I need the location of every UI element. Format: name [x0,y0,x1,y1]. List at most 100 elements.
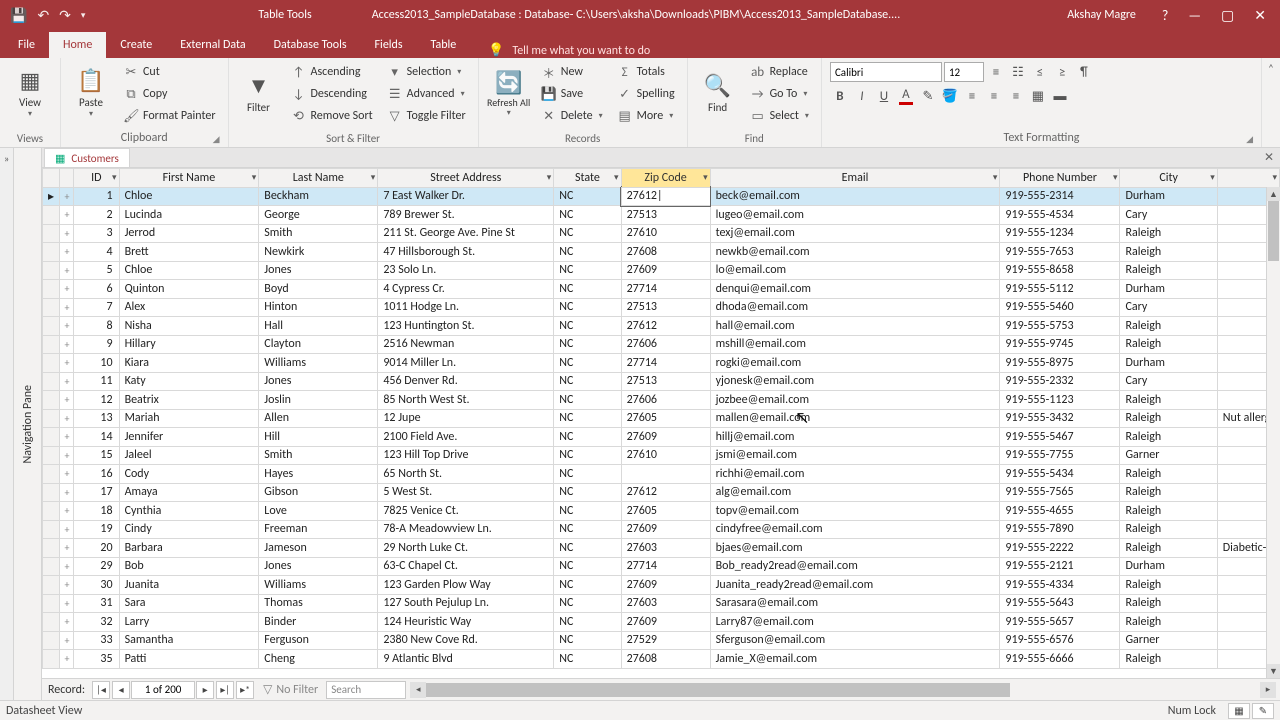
cell-first-name[interactable]: Juanita [119,576,259,595]
cell-zip[interactable]: 27603 [621,594,710,613]
cell-id[interactable]: 19 [74,520,120,539]
record-position-box[interactable] [131,681,195,699]
expand-row-icon[interactable]: + [59,428,73,447]
close-icon[interactable]: ✕ [1254,7,1266,24]
cell-address[interactable]: 2100 Field Ave. [378,428,554,447]
tab-home[interactable]: Home [49,32,106,58]
row-selector[interactable] [43,502,60,521]
next-record-button[interactable]: ▸ [196,681,214,699]
horizontal-scrollbar[interactable]: ◂ ▸ [410,682,1276,698]
cell-address[interactable]: 789 Brewer St. [378,206,554,225]
bullets-icon[interactable]: ≡ [986,62,1006,82]
cell-id[interactable]: 15 [74,446,120,465]
cell-phone[interactable]: 919-555-5434 [1000,465,1120,484]
table-row[interactable]: +6QuintonBoyd4 Cypress Cr.NC27714denqui@… [43,280,1280,299]
qat-customize-icon[interactable]: ▾ [81,10,86,21]
datasheet-view-button[interactable]: ▦ [1228,703,1250,719]
cell-phone[interactable]: 919-555-8658 [1000,261,1120,280]
cell-state[interactable]: NC [554,594,621,613]
more-button[interactable]: ▤More▾ [613,106,679,126]
cell-last-name[interactable]: Newkirk [259,243,378,262]
expand-row-icon[interactable]: + [59,576,73,595]
cell-email[interactable]: beck@email.com [710,187,1000,206]
row-selector[interactable] [43,409,60,428]
cell-zip[interactable]: 27714 [621,557,710,576]
cell-last-name[interactable]: Hayes [259,465,378,484]
cell-id[interactable]: 17 [74,483,120,502]
table-row[interactable]: +31SaraThomas127 South Pejulup Ln.NC2760… [43,594,1280,613]
cell-first-name[interactable]: Alex [119,298,259,317]
cell-first-name[interactable]: Patti [119,650,259,669]
align-left-icon[interactable]: ≡ [962,86,982,106]
cell-state[interactable]: NC [554,557,621,576]
fill-color-button[interactable]: 🪣 [940,86,960,106]
expand-row-icon[interactable]: + [59,483,73,502]
toggle-filter-button[interactable]: ▽Toggle Filter [383,106,470,126]
cell-address[interactable]: 78-A Meadowview Ln. [378,520,554,539]
table-row[interactable]: +8NishaHall123 Huntington St.NC27612hall… [43,317,1280,336]
cell-phone[interactable]: 919-555-5460 [1000,298,1120,317]
table-row[interactable]: +3JerrodSmith211 St. George Ave. Pine St… [43,224,1280,243]
cell-state[interactable]: NC [554,428,621,447]
cell-state[interactable]: NC [554,650,621,669]
cell-phone[interactable]: 919-555-2332 [1000,372,1120,391]
cell-email[interactable]: jsmi@email.com [710,446,1000,465]
cell-zip[interactable]: 27612 [621,483,710,502]
table-row[interactable]: +7AlexHinton1011 Hodge Ln.NC27513dhoda@e… [43,298,1280,317]
cell-id[interactable]: 30 [74,576,120,595]
cell-first-name[interactable]: Hillary [119,335,259,354]
cell-state[interactable]: NC [554,502,621,521]
cell-state[interactable]: NC [554,483,621,502]
row-selector[interactable] [43,576,60,595]
table-row[interactable]: +32LarryBinder124 Heuristic WayNC27609La… [43,613,1280,632]
cell-phone[interactable]: 919-555-6576 [1000,631,1120,650]
cell-zip[interactable]: 27609 [621,613,710,632]
cell-city[interactable]: Raleigh [1120,539,1217,558]
expand-row-icon[interactable]: + [59,520,73,539]
table-row[interactable]: +29BobJones63-C Chapel Ct.NC27714Bob_rea… [43,557,1280,576]
cell-state[interactable]: NC [554,631,621,650]
cell-phone[interactable]: 919-555-2121 [1000,557,1120,576]
cell-zip[interactable]: 27605 [621,409,710,428]
undo-icon[interactable]: ↶ [37,7,49,24]
first-record-button[interactable]: |◂ [92,681,110,699]
cell-state[interactable]: NC [554,446,621,465]
row-selector[interactable] [43,261,60,280]
cell-city[interactable]: Garner [1120,446,1217,465]
numbering-icon[interactable]: ☷ [1008,62,1028,82]
cell-email[interactable]: texj@email.com [710,224,1000,243]
cell-city[interactable]: Cary [1120,372,1217,391]
cell-id[interactable]: 35 [74,650,120,669]
cell-zip[interactable] [621,465,710,484]
cell-city[interactable]: Raleigh [1120,594,1217,613]
cell-phone[interactable]: 919-555-1234 [1000,224,1120,243]
clipboard-dialog-launcher[interactable]: ◢ [213,134,220,145]
cell-address[interactable]: 85 North West St. [378,391,554,410]
cell-state[interactable]: NC [554,539,621,558]
cell-state[interactable]: NC [554,224,621,243]
cell-id[interactable]: 20 [74,539,120,558]
cell-address[interactable]: 12 Jupe [378,409,554,428]
cell-state[interactable]: NC [554,354,621,373]
new-record-button[interactable]: ＊New [537,62,607,82]
cell-zip[interactable]: 27609 [621,576,710,595]
cell-zip[interactable]: 27606 [621,391,710,410]
filter-button[interactable]: ▼ Filter [237,62,281,124]
cell-last-name[interactable]: Allen [259,409,378,428]
cell-last-name[interactable]: Smith [259,224,378,243]
scroll-thumb[interactable] [1268,201,1279,261]
table-row[interactable]: +14JenniferHill2100 Field Ave.NC27609hil… [43,428,1280,447]
cell-last-name[interactable]: Freeman [259,520,378,539]
cell-phone[interactable]: 919-555-7653 [1000,243,1120,262]
row-selector[interactable] [43,354,60,373]
expand-row-icon[interactable]: + [59,613,73,632]
cell-last-name[interactable]: George [259,206,378,225]
cell-id[interactable]: 14 [74,428,120,447]
table-row[interactable]: +30JuanitaWilliams123 Garden Plow WayNC2… [43,576,1280,595]
cell-zip[interactable]: 27609 [621,520,710,539]
cell-first-name[interactable]: Larry [119,613,259,632]
table-row[interactable]: +4BrettNewkirk47 Hillsborough St.NC27608… [43,243,1280,262]
cell-first-name[interactable]: Bob [119,557,259,576]
tab-external-data[interactable]: External Data [166,32,259,58]
cell-first-name[interactable]: Quinton [119,280,259,299]
